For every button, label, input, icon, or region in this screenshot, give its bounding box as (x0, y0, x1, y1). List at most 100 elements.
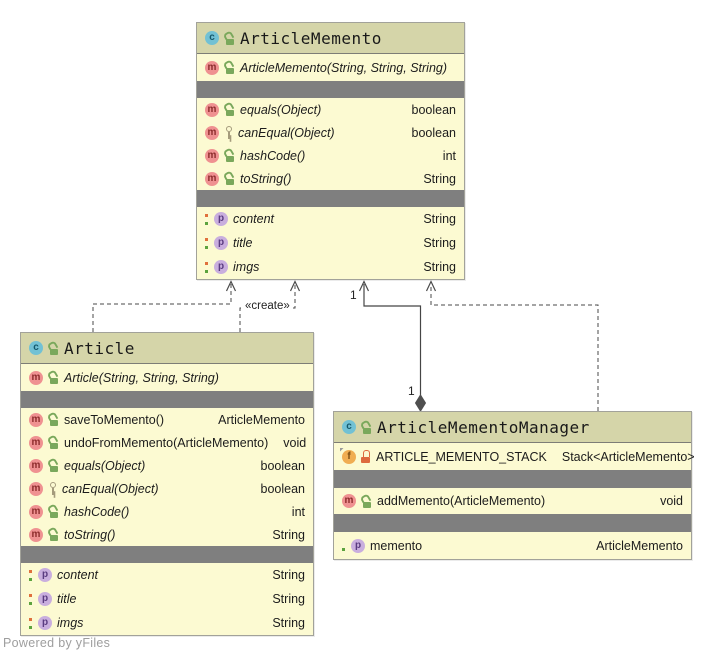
member-type: int (433, 149, 456, 163)
property-icon: p (38, 568, 52, 582)
section-separator (197, 81, 464, 98)
class-name: ArticleMementoManager (377, 418, 590, 437)
property-icon: p (214, 212, 228, 226)
member-name: addMemento(ArticleMemento) (377, 494, 545, 508)
visibility-dots-icon (342, 539, 346, 552)
lock-open-icon (48, 371, 59, 384)
method-icon: m (29, 505, 43, 519)
property-icon: p (214, 236, 228, 250)
edge-manager-to-memento-dependency[interactable] (427, 282, 599, 412)
class-header[interactable]: c ArticleMemento (197, 23, 464, 54)
key-icon (48, 482, 57, 495)
visibility-dots-icon (205, 237, 209, 250)
method-row[interactable]: m undoFromMemento(ArticleMemento) void (21, 431, 313, 454)
lock-open-icon (48, 436, 59, 449)
lock-open-icon (361, 495, 372, 508)
multiplicity-label: 1 (350, 289, 357, 301)
method-row[interactable]: m toString() String (21, 523, 313, 546)
key-icon (224, 126, 233, 139)
lock-open-icon (361, 421, 372, 434)
field-icon: f (342, 450, 356, 464)
member-name: equals(Object) (240, 103, 321, 117)
member-name: title (233, 236, 252, 250)
property-icon: p (214, 260, 228, 274)
visibility-dots-icon (29, 569, 33, 582)
lock-open-icon (48, 505, 59, 518)
method-icon: m (29, 436, 43, 450)
class-node-articlemementomanager[interactable]: c ArticleMementoManager f ARTICLE_MEMENT… (333, 411, 692, 560)
member-type: ArticleMemento (208, 413, 305, 427)
member-name: Article(String, String, String) (64, 371, 219, 385)
property-icon: p (38, 616, 52, 630)
method-icon: m (29, 459, 43, 473)
class-node-articlememento[interactable]: c ArticleMemento m ArticleMemento(String… (196, 22, 465, 280)
class-header[interactable]: c ArticleMementoManager (334, 412, 691, 443)
method-row[interactable]: m addMemento(ArticleMemento) void (334, 488, 691, 514)
member-name: hashCode() (64, 505, 129, 519)
class-icon: c (29, 341, 43, 355)
constructor-row[interactable]: m Article(String, String, String) (21, 364, 313, 391)
member-type: boolean (402, 126, 457, 140)
member-name: canEqual(Object) (238, 126, 335, 140)
field-row[interactable]: p memento ArticleMemento (334, 532, 691, 559)
field-row[interactable]: p content String (197, 207, 464, 231)
lock-open-icon (224, 32, 235, 45)
multiplicity-label: 1 (408, 385, 415, 397)
method-icon: m (29, 371, 43, 385)
field-row[interactable]: p title String (21, 587, 313, 611)
field-row[interactable]: p title String (197, 231, 464, 255)
class-icon: c (342, 420, 356, 434)
lock-open-icon (224, 103, 235, 116)
member-type: String (262, 592, 305, 606)
member-name: imgs (233, 260, 259, 274)
method-icon: m (205, 61, 219, 75)
member-type: String (262, 528, 305, 542)
constructor-row[interactable]: m ArticleMemento(String, String, String) (197, 54, 464, 81)
method-row[interactable]: m equals(Object) boolean (21, 454, 313, 477)
member-name: undoFromMemento(ArticleMemento) (64, 436, 268, 450)
member-type: String (262, 616, 305, 630)
method-icon: m (29, 528, 43, 542)
member-type: Stack<ArticleMemento> (552, 450, 695, 464)
field-row[interactable]: p content String (21, 563, 313, 587)
class-name: Article (64, 339, 135, 358)
field-row[interactable]: p imgs String (197, 255, 464, 279)
lock-open-icon (48, 342, 59, 355)
method-row[interactable]: m toString() String (197, 167, 464, 190)
member-name: title (57, 592, 76, 606)
method-icon: m (29, 413, 43, 427)
member-type: boolean (251, 482, 306, 496)
method-row[interactable]: m hashCode() int (21, 500, 313, 523)
method-icon: m (205, 149, 219, 163)
edge-article-to-memento-dependency[interactable] (93, 282, 236, 333)
member-name: toString() (240, 172, 291, 186)
visibility-dots-icon (29, 593, 33, 606)
method-row[interactable]: m canEqual(Object) boolean (21, 477, 313, 500)
member-type: ArticleMemento (586, 539, 683, 553)
field-row[interactable]: p imgs String (21, 611, 313, 635)
method-icon: m (342, 494, 356, 508)
lock-open-icon (224, 172, 235, 185)
class-header[interactable]: c Article (21, 333, 313, 364)
member-type: int (282, 505, 305, 519)
member-name: ArticleMemento(String, String, String) (240, 61, 447, 75)
member-name: imgs (57, 616, 83, 630)
class-node-article[interactable]: c Article m Article(String, String, Stri… (20, 332, 314, 636)
section-separator (21, 546, 313, 563)
method-row[interactable]: m hashCode() int (197, 144, 464, 167)
method-row[interactable]: m equals(Object) boolean (197, 98, 464, 121)
method-icon: m (205, 126, 219, 140)
method-icon: m (205, 172, 219, 186)
section-separator (334, 470, 691, 488)
member-type: String (413, 172, 456, 186)
member-name: saveToMemento() (64, 413, 164, 427)
static-field-row[interactable]: f ARTICLE_MEMENTO_STACK Stack<ArticleMem… (334, 443, 691, 470)
property-icon: p (38, 592, 52, 606)
section-separator (334, 514, 691, 532)
edge-manager-composition[interactable] (360, 282, 426, 412)
member-name: content (233, 212, 274, 226)
method-row[interactable]: m canEqual(Object) boolean (197, 121, 464, 144)
composition-diamond-icon (416, 395, 426, 411)
method-row[interactable]: m saveToMemento() ArticleMemento (21, 408, 313, 431)
member-type: String (413, 212, 456, 226)
